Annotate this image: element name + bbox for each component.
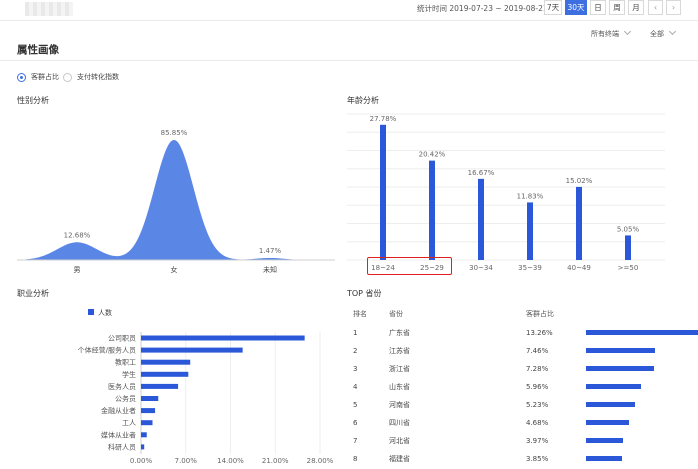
- occupation-label: 医务人员: [108, 382, 136, 391]
- rank-cell: 4: [353, 383, 358, 391]
- occupation-label: 工人: [122, 419, 136, 427]
- share-bar-cell: [586, 432, 690, 450]
- x-tick-label: 7.00%: [175, 457, 198, 465]
- share-cell: 5.96%: [526, 383, 549, 391]
- share-bar: [586, 384, 642, 389]
- occupation-label: 金融从业者: [101, 406, 136, 415]
- share-cell: 13.26%: [526, 329, 553, 337]
- occupation-bar: [141, 444, 145, 450]
- occupation-bar: [141, 432, 147, 438]
- province-cell: 河北省: [389, 437, 410, 445]
- share-cell: 5.23%: [526, 401, 549, 409]
- share-cell: 7.28%: [526, 365, 549, 373]
- occupation-bar: [141, 396, 159, 401]
- table-row: 3 浙江省 7.28%: [345, 360, 690, 378]
- table-row: 6 四川省 4.68%: [345, 414, 690, 432]
- table-row: 8 福建省 3.85%: [345, 450, 690, 468]
- x-tick-label: 21.00%: [262, 457, 289, 465]
- legend-swatch: [88, 309, 94, 315]
- occupation-label: 教职工: [115, 358, 136, 367]
- occupation-bar: [141, 359, 191, 365]
- province-cell: 河南省: [389, 401, 410, 409]
- share-bar-cell: [586, 324, 698, 342]
- occupation-bar: [141, 383, 179, 389]
- occupation-label: 个体经营/服务人员: [78, 346, 136, 355]
- province-cell: 江苏省: [389, 347, 410, 355]
- table-row: 1 广东省 13.26%: [345, 324, 698, 342]
- occupation-bar: [141, 408, 156, 414]
- rank-cell: 3: [353, 365, 358, 373]
- province-cell: 广东省: [389, 329, 410, 337]
- share-bar: [586, 402, 635, 407]
- rank-cell: 6: [353, 419, 358, 427]
- table-row: 2 江苏省 7.46%: [345, 342, 690, 360]
- table-header: 排名 省份 客群占比: [345, 304, 690, 324]
- share-cell: 3.97%: [526, 437, 549, 445]
- header-rank: 排名: [353, 310, 367, 318]
- rank-cell: 8: [353, 455, 358, 463]
- share-bar: [586, 348, 656, 353]
- occupation-bar: [141, 347, 243, 353]
- share-bar-cell: [586, 450, 690, 468]
- occupation-label: 公务员: [115, 394, 136, 403]
- province-cell: 四川省: [389, 419, 410, 427]
- share-bar: [586, 330, 698, 335]
- province-cell: 福建省: [389, 455, 410, 463]
- share-bar: [586, 420, 630, 425]
- province-cell: 浙江省: [389, 365, 410, 373]
- occupation-label: 学生: [122, 370, 136, 379]
- table-row: 5 河南省 5.23%: [345, 396, 690, 414]
- share-bar-cell: [586, 360, 690, 378]
- provinces-table: 排名 省份 客群占比 1 广东省 13.26% 2 江苏省 7.46% 3 浙江省 7.28% 4…: [345, 304, 698, 469]
- share-cell: 3.85%: [526, 455, 549, 463]
- occupation-label: 公司职员: [108, 335, 136, 343]
- share-bar-cell: [586, 396, 690, 414]
- table-row: 4 山东省 5.96%: [345, 378, 690, 396]
- province-cell: 山东省: [389, 383, 410, 391]
- header-share: 客群占比: [526, 310, 554, 318]
- occupation-label: 媒体从业者: [101, 430, 136, 439]
- occupation-bar: [141, 420, 153, 426]
- share-bar-cell: [586, 342, 690, 360]
- provinces-title: TOP 省份: [347, 289, 382, 298]
- occupation-label: 科研人员: [108, 442, 136, 451]
- x-tick-label: 28.00%: [307, 457, 334, 465]
- rank-cell: 5: [353, 401, 358, 409]
- table-row: 7 河北省 3.97%: [345, 432, 690, 450]
- share-bar-cell: [586, 378, 690, 396]
- share-bar-cell: [586, 414, 690, 432]
- legend-label: 人数: [98, 308, 112, 317]
- x-tick-label: 0.00%: [130, 457, 153, 465]
- share-cell: 7.46%: [526, 347, 549, 355]
- share-bar: [586, 366, 654, 371]
- share-bar: [586, 456, 622, 461]
- rank-cell: 1: [353, 329, 358, 337]
- header-province: 省份: [389, 310, 403, 318]
- occupation-bar: [141, 335, 305, 341]
- rank-cell: 7: [353, 437, 358, 445]
- x-tick-label: 14.00%: [217, 457, 244, 465]
- share-bar: [586, 438, 623, 443]
- share-cell: 4.68%: [526, 419, 549, 427]
- rank-cell: 2: [353, 347, 358, 355]
- occupation-bar: [141, 371, 189, 377]
